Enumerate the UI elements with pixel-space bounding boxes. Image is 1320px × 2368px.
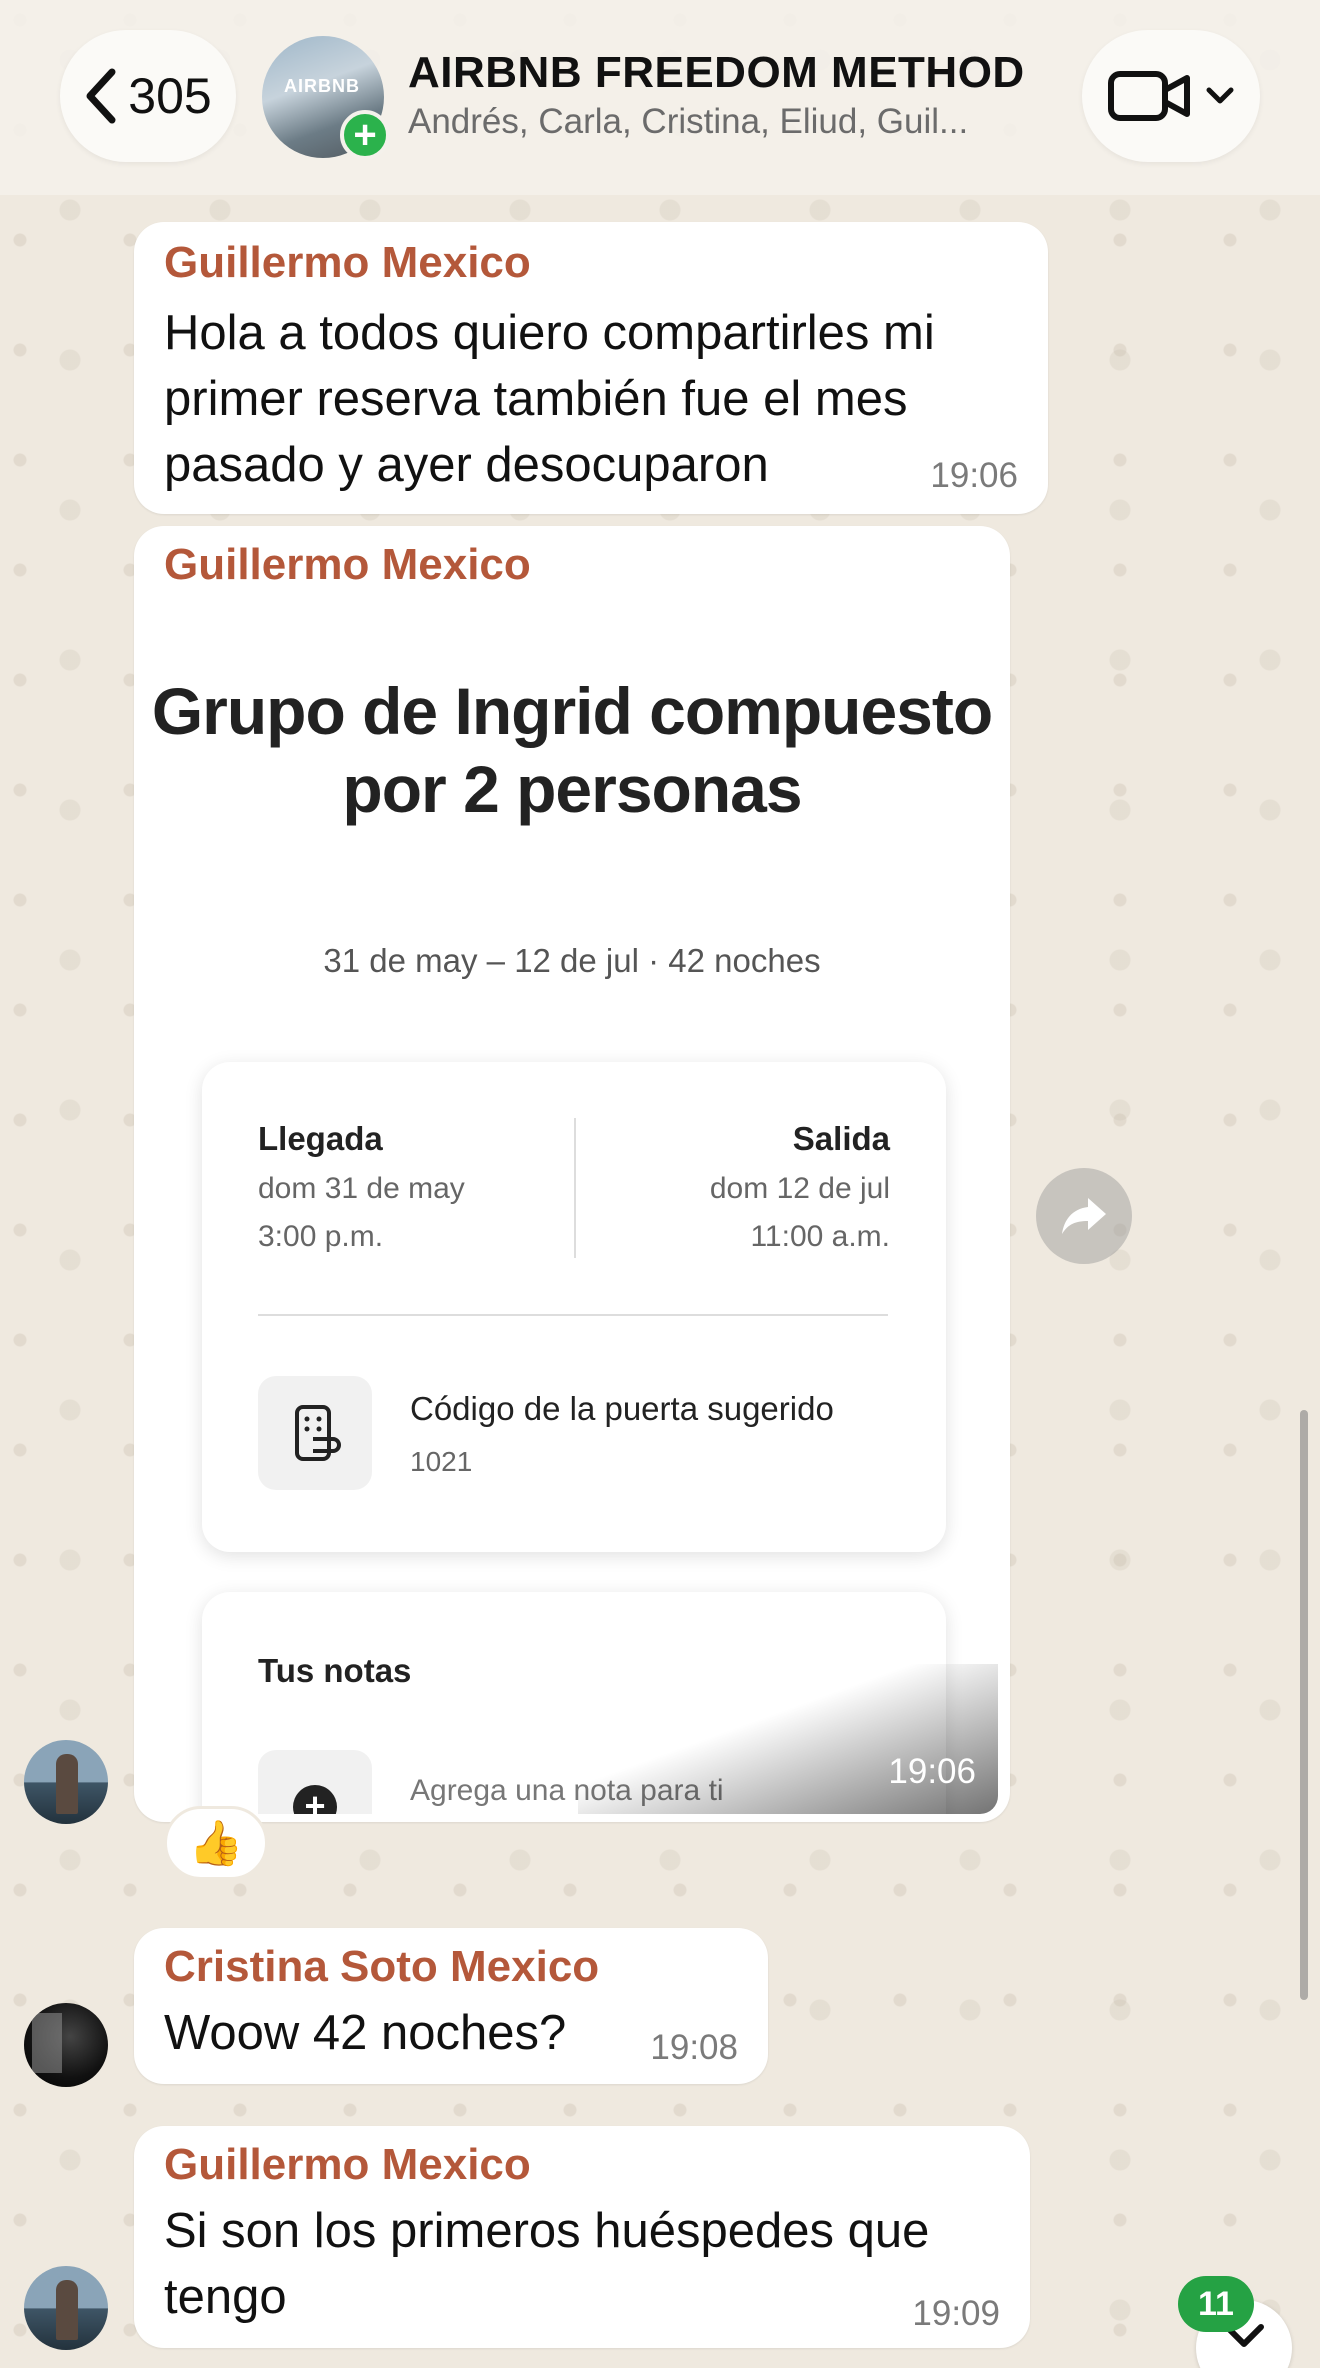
message-bubble[interactable]: Cristina Soto Mexico Woow 42 noches? 19:… (134, 1928, 768, 2084)
message-time: 19:08 (650, 2028, 738, 2067)
shared-image[interactable]: Grupo de Ingrid compuesto por 2 personas… (146, 602, 998, 1814)
plus-icon[interactable]: + (340, 110, 390, 160)
message-text: Hola a todos quiero compartirles mi prim… (164, 306, 935, 492)
back-button[interactable]: 305 (60, 30, 236, 162)
group-members[interactable]: Andrés, Carla, Cristina, Eliud, Guil... (408, 102, 1048, 142)
checkin-date: dom 31 de may (258, 1172, 465, 1205)
group-title[interactable]: AIRBNB FREEDOM METHOD (408, 48, 1025, 98)
message-time: 19:06 (888, 1752, 976, 1791)
reaction-badge[interactable]: 👍 (164, 1806, 268, 1880)
sender-name[interactable]: Guillermo Mexico (164, 238, 531, 288)
checkin-time: 3:00 p.m. (258, 1220, 384, 1253)
checkout-date: dom 12 de jul (709, 1172, 890, 1205)
checkout-label: Salida (792, 1120, 890, 1157)
chevron-left-icon (86, 68, 116, 124)
avatar[interactable] (24, 2266, 108, 2350)
unread-chats-count: 305 (128, 68, 212, 124)
add-note-icon: + (258, 1750, 372, 1814)
video-call-button[interactable] (1082, 30, 1260, 162)
unread-badge: 11 (1178, 2276, 1254, 2332)
message-bubble[interactable]: Guillermo Mexico Hola a todos quiero com… (134, 222, 1048, 514)
notes-title: Tus notas (258, 1652, 412, 1689)
chevron-down-icon (1206, 87, 1234, 104)
message-bubble[interactable]: Guillermo Mexico Si son los primeros hué… (134, 2126, 1030, 2348)
sender-name[interactable]: Guillermo Mexico (164, 540, 531, 590)
smart-lock-icon (258, 1376, 372, 1490)
sender-name[interactable]: Cristina Soto Mexico (164, 1942, 599, 1992)
video-camera-icon (1108, 71, 1190, 121)
door-code-value: 1021 (410, 1446, 473, 1477)
divider (258, 1314, 888, 1316)
reservation-title: Grupo de Ingrid compuesto por 2 personas (151, 674, 993, 826)
avatar[interactable] (24, 2003, 108, 2087)
avatar[interactable] (24, 1740, 108, 1824)
divider (574, 1118, 576, 1258)
reservation-dates: 31 de may – 12 de jul · 42 noches (323, 942, 821, 979)
checkin-label: Llegada (258, 1120, 383, 1157)
reservation-card: Llegada dom 31 de may 3:00 p.m. Salida d… (202, 1062, 946, 1552)
scrollbar[interactable] (1300, 1410, 1308, 2000)
chat-header: 305 AIRBNB + AIRBNB FREEDOM METHOD André… (0, 0, 1320, 195)
checkout-time: 11:00 a.m. (750, 1220, 890, 1253)
message-text: Woow 42 noches? (164, 2006, 567, 2060)
avatar-logo-text: AIRBNB (284, 76, 360, 96)
forward-button[interactable] (1036, 1168, 1132, 1264)
sender-name[interactable]: Guillermo Mexico (164, 2140, 531, 2190)
image-message-bubble[interactable]: Guillermo Mexico Grupo de Ingrid compues… (134, 526, 1010, 1822)
message-text: Si son los primeros huéspedes que tengo (164, 2204, 930, 2324)
forward-icon (1062, 1198, 1106, 1234)
door-code-label: Código de la puerta sugerido (410, 1390, 834, 1427)
message-time: 19:09 (912, 2294, 1000, 2333)
message-time: 19:06 (930, 456, 1018, 495)
